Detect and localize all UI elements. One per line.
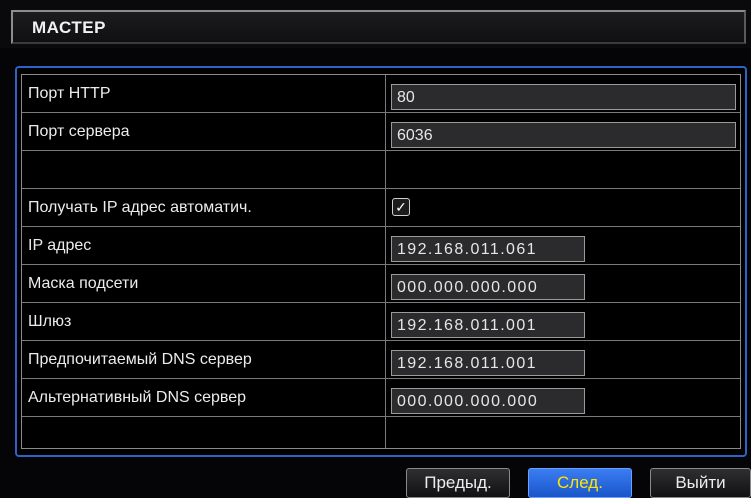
row-alternate-dns: Альтернативный DNS сервер 000.000.000.00… bbox=[22, 379, 740, 417]
next-button[interactable]: След. bbox=[528, 468, 632, 498]
row-subnet-mask: Маска подсети 000.000.000.000 bbox=[22, 265, 740, 303]
row-dhcp: Получать IP адрес автоматич. ✓ bbox=[22, 189, 740, 227]
label-cell bbox=[22, 417, 386, 448]
ip-address-field[interactable]: 192.168.011.061 bbox=[391, 236, 585, 262]
alternate-dns-label: Альтернативный DNS сервер bbox=[28, 389, 247, 406]
network-settings-table: Порт HTTP 80 Порт сервера 6036 Получать … bbox=[21, 74, 741, 449]
row-ip-address: IP адрес 192.168.011.061 bbox=[22, 227, 740, 265]
gateway-label: Шлюз bbox=[28, 313, 72, 330]
subnet-mask-label: Маска подсети bbox=[28, 275, 139, 292]
label-cell: Получать IP адрес автоматич. bbox=[22, 189, 386, 226]
gateway-field[interactable]: 192.168.011.001 bbox=[391, 312, 585, 338]
label-cell: Порт HTTP bbox=[22, 75, 386, 112]
row-preferred-dns: Предпочитаемый DNS сервер 192.168.011.00… bbox=[22, 341, 740, 379]
label-cell: Предпочитаемый DNS сервер bbox=[22, 341, 386, 378]
exit-button[interactable]: Выйти bbox=[650, 468, 751, 498]
title-box: МАСТЕР bbox=[11, 10, 746, 44]
subnet-mask-field[interactable]: 000.000.000.000 bbox=[391, 274, 585, 300]
label-cell: Альтернативный DNS сервер bbox=[22, 379, 386, 416]
label-cell: IP адрес bbox=[22, 227, 386, 264]
alternate-dns-field[interactable]: 000.000.000.000 bbox=[391, 388, 585, 414]
window-title: МАСТЕР bbox=[32, 18, 106, 37]
server-port-label: Порт сервера bbox=[28, 123, 130, 140]
label-cell: Маска подсети bbox=[22, 265, 386, 302]
dhcp-label: Получать IP адрес автоматич. bbox=[28, 199, 252, 216]
prev-button[interactable]: Предыд. bbox=[406, 468, 510, 498]
title-bar: МАСТЕР bbox=[0, 0, 751, 48]
dhcp-checkbox[interactable]: ✓ bbox=[392, 198, 410, 216]
server-port-field[interactable]: 6036 bbox=[391, 122, 736, 148]
http-port-label: Порт HTTP bbox=[28, 85, 111, 102]
row-server-port: Порт сервера 6036 bbox=[22, 113, 740, 151]
preferred-dns-label: Предпочитаемый DNS сервер bbox=[28, 351, 252, 368]
label-cell: Порт сервера bbox=[22, 113, 386, 150]
label-cell bbox=[22, 151, 386, 188]
row-http-port: Порт HTTP 80 bbox=[22, 75, 740, 113]
row-empty bbox=[22, 417, 740, 448]
ip-address-label: IP адрес bbox=[28, 237, 92, 254]
http-port-field[interactable]: 80 bbox=[391, 84, 736, 110]
row-empty bbox=[22, 151, 740, 189]
check-icon: ✓ bbox=[395, 199, 407, 215]
row-gateway: Шлюз 192.168.011.001 bbox=[22, 303, 740, 341]
preferred-dns-field[interactable]: 192.168.011.001 bbox=[391, 350, 585, 376]
label-cell: Шлюз bbox=[22, 303, 386, 340]
